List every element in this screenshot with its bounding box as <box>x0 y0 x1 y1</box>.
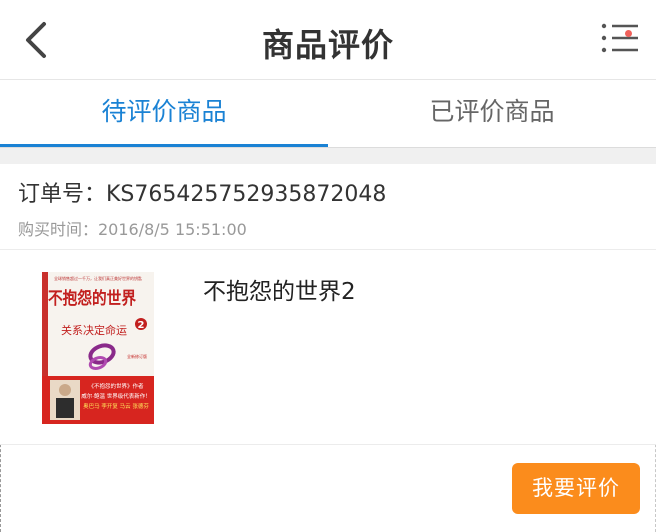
cover-title: 不抱怨的世界 <box>48 288 136 309</box>
review-tabs: 待评价商品 已评价商品 <box>0 80 656 148</box>
svg-text:全新修订版: 全新修订版 <box>127 353 147 359</box>
order-header: 订单号：KS765425752935872048 购买时间：2016/8/5 1… <box>0 164 656 250</box>
svg-text:奥巴马 李开复 马云 张德芬: 奥巴马 李开复 马云 张德芬 <box>83 402 149 410</box>
menu-button[interactable] <box>598 18 642 58</box>
top-nav-bar: 商品评价 <box>0 0 656 80</box>
product-cover-image[interactable]: 全球销售超过一千万，让我们真正美好世界的钥匙 不抱怨的世界 2 关系决定命运 全… <box>42 272 154 424</box>
write-review-button[interactable]: 我要评价 <box>512 463 640 514</box>
list-menu-icon <box>601 23 638 53</box>
order-item-row: 全球销售超过一千万，让我们真正美好世界的钥匙 不抱怨的世界 2 关系决定命运 全… <box>0 250 656 445</box>
svg-text:2: 2 <box>138 320 145 331</box>
svg-text:全球销售超过一千万，让我们真正美好世界的钥匙: 全球销售超过一千万，让我们真正美好世界的钥匙 <box>54 275 142 281</box>
tab-pending-review[interactable]: 待评价商品 <box>0 80 328 148</box>
tab-reviewed[interactable]: 已评价商品 <box>328 80 656 148</box>
page-title: 商品评价 <box>261 26 394 64</box>
section-gap <box>0 148 656 164</box>
svg-text:威尔·鲍温 世界级代表新作！: 威尔·鲍温 世界级代表新作！ <box>81 392 151 400</box>
order-number: 订单号：KS765425752935872048 <box>18 182 387 207</box>
svg-text:关系决定命运: 关系决定命运 <box>61 323 127 337</box>
svg-text:《不抱怨的世界》作者: 《不抱怨的世界》作者 <box>88 382 144 390</box>
purchase-time: 购买时间：2016/8/5 15:51:00 <box>18 220 247 239</box>
notification-dot <box>625 30 632 37</box>
product-name[interactable]: 不抱怨的世界2 <box>203 272 356 306</box>
